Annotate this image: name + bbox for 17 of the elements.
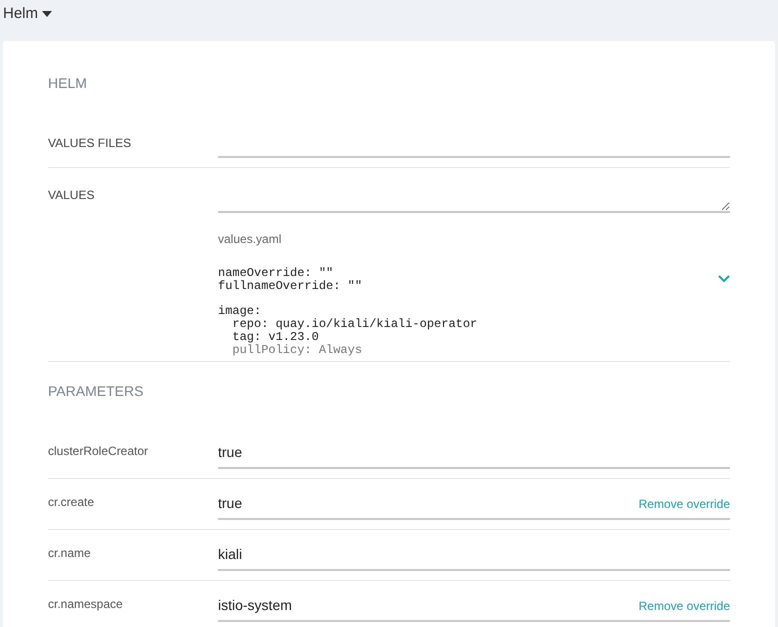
- parameter-value[interactable]: true: [218, 493, 242, 514]
- section-title: HELM: [48, 74, 88, 93]
- parameter-value[interactable]: istio-system: [218, 595, 292, 616]
- parameter-value[interactable]: kiali: [218, 544, 242, 565]
- file-name: values.yaml: [218, 231, 282, 248]
- parameter-value[interactable]: true: [218, 442, 242, 463]
- field-label: VALUES FILES: [48, 135, 132, 152]
- section-title: PARAMETERS: [48, 382, 144, 401]
- parameter-name: clusterRoleCreator: [48, 443, 150, 460]
- field-label: VALUES: [48, 187, 96, 204]
- parameter-name: cr.name: [48, 545, 92, 562]
- parameter-name: cr.namespace: [48, 596, 124, 613]
- chevron-down-icon[interactable]: [718, 275, 730, 283]
- code-text: nameOverride: "" fullnameOverride: "" image: repo: quay.io/kiali/kiali-operator tag: v1.23.0 pullPolicy: Always: [218, 267, 478, 357]
- caret-down-icon: [42, 11, 52, 18]
- helm-dropdown[interactable]: Helm: [3, 3, 52, 26]
- parameter-name: cr.create: [48, 494, 96, 511]
